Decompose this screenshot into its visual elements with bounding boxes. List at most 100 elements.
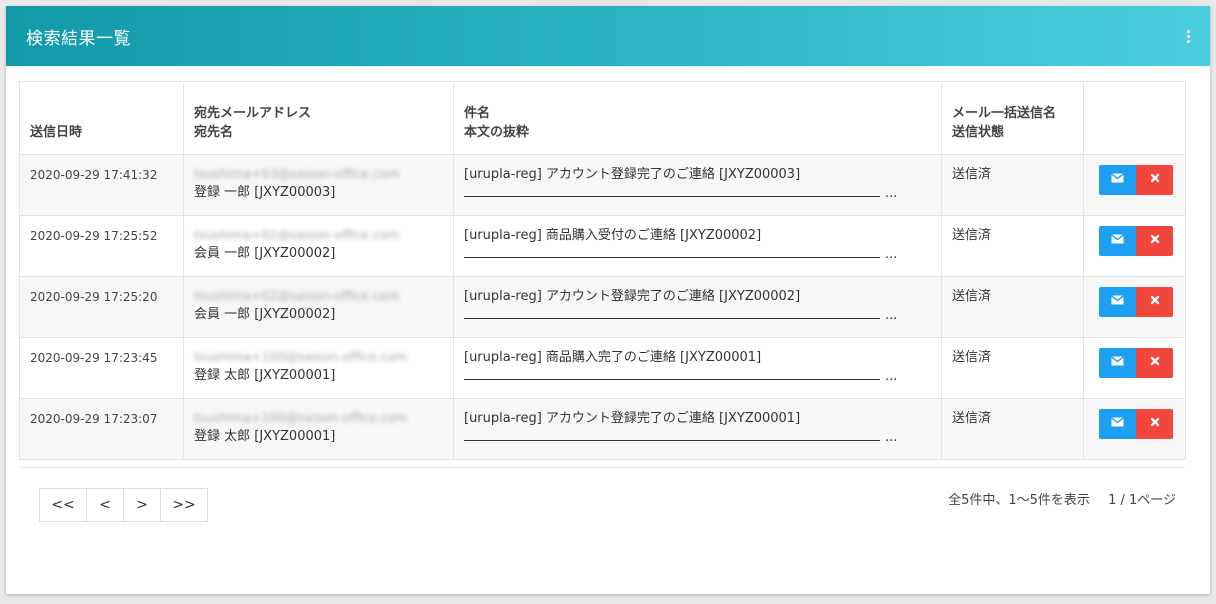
view-mail-button[interactable] xyxy=(1099,165,1136,195)
envelope-icon xyxy=(1111,292,1124,312)
mail-subject: [urupla-reg] 商品購入完了のご連絡 [JXYZ00001] xyxy=(464,350,762,365)
table-row: 2020-09-29 17:41:32 tsushima+03@saison-of… xyxy=(19,154,1186,216)
col-header-recipient: 宛先メールアドレス 宛先名 xyxy=(183,81,454,155)
sent-date-cell: 2020-09-29 17:41:32 xyxy=(19,154,184,216)
first-page-button[interactable]: << xyxy=(40,489,86,521)
actions-cell xyxy=(1083,276,1186,338)
delete-button[interactable] xyxy=(1136,226,1173,256)
last-page-button[interactable]: >> xyxy=(160,489,207,521)
result-summary: 全5件中、1〜5件を表示 1 / 1ページ xyxy=(948,489,1176,508)
row-actions xyxy=(1099,165,1173,195)
actions-cell xyxy=(1083,337,1186,399)
col-header-recipient-name: 宛先名 xyxy=(194,125,234,140)
close-icon xyxy=(1150,170,1160,190)
col-header-actions xyxy=(1083,81,1186,155)
row-actions xyxy=(1099,287,1173,317)
view-mail-button[interactable] xyxy=(1099,409,1136,439)
recipient-name: 会員 一郎 [JXYZ00002] xyxy=(194,307,336,322)
sent-date-cell: 2020-09-29 17:25:20 xyxy=(19,276,184,338)
status-cell: 送信済 xyxy=(941,276,1084,338)
send-status: 送信済 xyxy=(952,350,992,365)
kebab-menu-icon[interactable] xyxy=(1178,21,1198,51)
recipient-name: 会員 一郎 [JXYZ00002] xyxy=(194,246,336,261)
sent-date-cell: 2020-09-29 17:23:07 xyxy=(19,398,184,460)
delete-button[interactable] xyxy=(1136,409,1173,439)
pagination-divider xyxy=(19,467,1185,468)
sent-date: 2020-09-29 17:23:45 xyxy=(30,351,158,365)
card-header: 検索結果一覧 xyxy=(6,6,1210,66)
view-mail-button[interactable] xyxy=(1099,348,1136,378)
sent-date-cell: 2020-09-29 17:23:45 xyxy=(19,337,184,399)
table-row: 2020-09-29 17:23:45 tsushima+100@saison-o… xyxy=(19,337,1186,399)
body-excerpt: ... xyxy=(464,246,931,264)
view-mail-button[interactable] xyxy=(1099,287,1136,317)
delete-button[interactable] xyxy=(1136,348,1173,378)
recipient-cell: tsushima+02@saison-office.com 会員 一郎 [JXYZ… xyxy=(183,215,454,277)
col-header-bulk-name: メール一括送信名 xyxy=(952,106,1057,121)
envelope-icon xyxy=(1111,170,1124,190)
recipient-email: tsushima+03@saison-office.com xyxy=(194,166,400,181)
recipient-cell: tsushima+100@saison-office.com 登録 太郎 [JXY… xyxy=(183,398,454,460)
recipient-name: 登録 太郎 [JXYZ00001] xyxy=(194,368,336,383)
delete-button[interactable] xyxy=(1136,165,1173,195)
actions-cell xyxy=(1083,215,1186,277)
recipient-email: tsushima+100@saison-office.com xyxy=(194,349,408,364)
row-actions xyxy=(1099,348,1173,378)
result-count: 全5件中、1〜5件を表示 xyxy=(948,493,1090,508)
actions-cell xyxy=(1083,154,1186,216)
col-header-bulk: メール一括送信名 送信状態 xyxy=(941,81,1084,155)
table-row: 2020-09-29 17:25:20 tsushima+02@saison-of… xyxy=(19,276,1186,338)
recipient-name: 登録 一郎 [JXYZ00003] xyxy=(194,185,336,200)
col-header-excerpt: 本文の抜粋 xyxy=(464,125,530,140)
excerpt-ellipsis: ... xyxy=(885,308,898,323)
sent-date: 2020-09-29 17:23:07 xyxy=(30,412,158,426)
excerpt-rule xyxy=(464,196,880,197)
excerpt-rule xyxy=(464,379,880,380)
subject-cell: [urupla-reg] アカウント登録完了のご連絡 [JXYZ00002]..… xyxy=(453,276,942,338)
body-excerpt: ... xyxy=(464,368,931,386)
close-icon xyxy=(1150,414,1160,434)
close-icon xyxy=(1150,292,1160,312)
envelope-icon xyxy=(1111,231,1124,251)
status-cell: 送信済 xyxy=(941,154,1084,216)
col-header-sent-date: 送信日時 xyxy=(19,81,184,155)
subject-cell: [urupla-reg] 商品購入完了のご連絡 [JXYZ00001]... xyxy=(453,337,942,399)
mail-subject: [urupla-reg] 商品購入受付のご連絡 [JXYZ00002] xyxy=(464,228,762,243)
prev-page-button[interactable]: < xyxy=(86,489,123,521)
status-cell: 送信済 xyxy=(941,215,1084,277)
view-mail-button[interactable] xyxy=(1099,226,1136,256)
page-title: 検索結果一覧 xyxy=(26,28,131,49)
delete-button[interactable] xyxy=(1136,287,1173,317)
excerpt-ellipsis: ... xyxy=(885,430,898,445)
excerpt-ellipsis: ... xyxy=(885,186,898,201)
sent-date-cell: 2020-09-29 17:25:52 xyxy=(19,215,184,277)
sent-date: 2020-09-29 17:25:20 xyxy=(30,290,158,304)
excerpt-rule xyxy=(464,257,880,258)
recipient-email: tsushima+100@saison-office.com xyxy=(194,410,408,425)
status-cell: 送信済 xyxy=(941,337,1084,399)
recipient-cell: tsushima+100@saison-office.com 登録 太郎 [JXY… xyxy=(183,337,454,399)
excerpt-rule xyxy=(464,318,880,319)
subject-cell: [urupla-reg] 商品購入受付のご連絡 [JXYZ00002]... xyxy=(453,215,942,277)
excerpt-rule xyxy=(464,440,880,441)
status-cell: 送信済 xyxy=(941,398,1084,460)
table-header-row: 送信日時 宛先メールアドレス 宛先名 件名 本文の抜粋 メール一括送信名 送信状… xyxy=(19,81,1186,155)
col-header-subject-title: 件名 xyxy=(464,106,491,121)
send-status: 送信済 xyxy=(952,228,992,243)
excerpt-ellipsis: ... xyxy=(885,247,898,262)
send-status: 送信済 xyxy=(952,411,992,426)
body-excerpt: ... xyxy=(464,429,931,447)
next-page-button[interactable]: > xyxy=(123,489,160,521)
excerpt-ellipsis: ... xyxy=(885,369,898,384)
body-excerpt: ... xyxy=(464,185,931,203)
col-header-status: 送信状態 xyxy=(952,125,1005,140)
recipient-email: tsushima+02@saison-office.com xyxy=(194,227,400,242)
close-icon xyxy=(1150,353,1160,373)
mail-subject: [urupla-reg] アカウント登録完了のご連絡 [JXYZ00002] xyxy=(464,289,801,304)
table-row: 2020-09-29 17:25:52 tsushima+02@saison-of… xyxy=(19,215,1186,277)
recipient-cell: tsushima+03@saison-office.com 登録 一郎 [JXYZ… xyxy=(183,154,454,216)
send-status: 送信済 xyxy=(952,289,992,304)
results-table: 送信日時 宛先メールアドレス 宛先名 件名 本文の抜粋 メール一括送信名 送信状… xyxy=(19,81,1186,460)
col-header-sent-date-line1: 送信日時 xyxy=(30,125,83,140)
actions-cell xyxy=(1083,398,1186,460)
